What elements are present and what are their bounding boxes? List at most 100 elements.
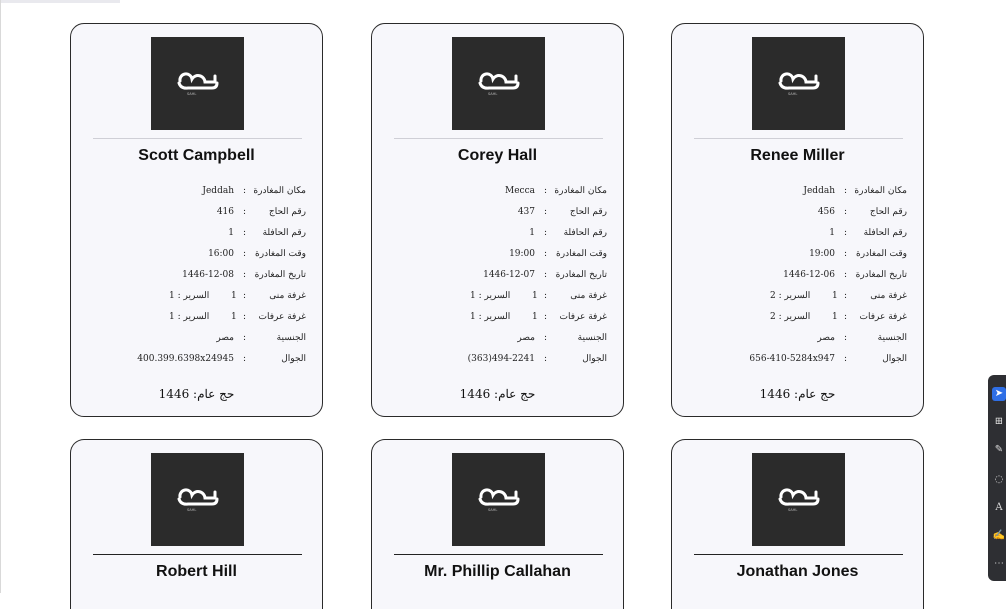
field-value: Jeddah [202,186,234,196]
separator: : [544,354,548,364]
field-row: غرفة عرفات:1 السرير : 1 [71,312,322,326]
field-row: الجنسية: مصر [372,333,623,347]
field-label: تاريخ المغادرة [855,270,907,280]
annotation-toolbar: ➤ ⊞ ✎ ◌ A ✍ ⋯ [988,375,1006,581]
separator: : [243,312,247,322]
field-row: مكان المغادرة: Jeddah [672,186,923,200]
more-icon[interactable]: ⋯ [992,557,1006,571]
hajj-year: حج عام: 1446 [459,387,536,401]
field-label: الجوال [281,354,306,364]
field-label: غرفة منى [870,291,907,301]
divider [93,138,302,139]
field-value: 16:00 [208,249,234,259]
bed-label: السرير : 1 [169,291,210,301]
field-label: مكان المغادرة [253,186,306,196]
field-row: الجنسية: مصر [672,333,923,347]
field-label: غرفة منى [269,291,306,301]
bed-label: السرير : 1 [470,312,511,322]
field-value: (363)494-2241 [467,354,535,364]
pilgrim-card: SAHL Corey Hall مكان المغادرة: Mecca رقم الح… [371,23,624,417]
field-label: الجنسية [877,333,907,343]
field-row: مكان المغادرة: Mecca [372,186,623,200]
field-label: غرفة منى [570,291,607,301]
bed-label: السرير : 1 [470,291,511,301]
field-row: الجوال: (363)494-2241 [372,354,623,368]
separator: : [844,207,848,217]
separator: : [544,207,548,217]
pilgrim-name: Robert Hill [156,563,237,580]
field-row: تاريخ المغادرة:1446-12-07 [372,270,623,284]
separator: : [243,228,247,238]
pilgrim-card: SAHL Mr. Phillip Callahan [371,439,624,609]
separator: : [243,207,247,217]
field-row: غرفة عرفات:1 السرير : 2 [672,312,923,326]
select-tool-icon[interactable]: ➤ [992,387,1006,401]
field-row: مكان المغادرة: Jeddah [71,186,322,200]
field-value: 1 [529,228,535,238]
separator: : [243,333,247,343]
top-edge [0,0,120,3]
room-number: 1 [832,312,838,322]
room-number: 1 [532,312,538,322]
field-label: رقم الحافلة [863,228,907,238]
field-label: غرفة عرفات [859,312,907,322]
pen-icon[interactable]: ✎ [992,443,1006,457]
field-label: رقم الحافلة [262,228,306,238]
lasso-icon[interactable]: ◌ [992,473,1006,487]
room-number: 1 [231,312,237,322]
divider [394,138,603,139]
pilgrim-card: SAHL Robert Hill [70,439,323,609]
field-label: الجنسية [577,333,607,343]
divider [394,554,603,555]
bed-label: السرير : 2 [770,312,811,322]
pilgrim-name: Mr. Phillip Callahan [424,563,571,580]
signature-icon[interactable]: ✍ [992,529,1006,543]
field-row: وقت المغادرة:16:00 [71,249,322,263]
field-row: رقم الحاج:456 [672,207,923,221]
field-row: تاريخ المغادرة:1446-12-08 [71,270,322,284]
field-row: رقم الحافلة:1 [372,228,623,242]
logo-image: SAHL [452,37,545,130]
pilgrim-name: Corey Hall [457,147,538,164]
room-number: 1 [832,291,838,301]
text-box-icon[interactable]: A [992,501,1006,515]
field-row: رقم الحاج:437 [372,207,623,221]
logo-caption: SAHL [488,92,497,96]
field-value: 1 [228,228,234,238]
hajj-year: حج عام: 1446 [759,387,836,401]
bed-label: السرير : 2 [770,291,811,301]
separator: : [544,249,548,259]
separator: : [844,333,848,343]
field-row: رقم الحاج:416 [71,207,322,221]
field-value: Jeddah [803,186,835,196]
field-row: غرفة منى:1 السرير : 1 [372,291,623,305]
field-value: 456 [817,207,835,217]
separator: : [243,291,247,301]
hajj-year: حج عام: 1446 [158,387,235,401]
logo-image: SAHL [752,453,845,546]
logo-image: SAHL [151,453,244,546]
field-value: 1446-12-06 [783,270,835,280]
logo-caption: SAHL [488,508,497,512]
field-label: رقم الحافلة [563,228,607,238]
field-row: غرفة منى:1 السرير : 1 [71,291,322,305]
room-number: 1 [231,291,237,301]
pilgrim-card: SAHL Renee Miller مكان المغادرة: Jeddah رقم … [671,23,924,417]
separator: : [844,312,848,322]
divider [694,138,903,139]
field-value: Mecca [505,186,535,196]
pilgrim-card: SAHL Jonathan Jones [671,439,924,609]
separator: : [544,270,548,280]
field-row: وقت المغادرة:19:00 [672,249,923,263]
field-label: وقت المغادرة [856,249,907,259]
separator: : [243,186,247,196]
field-label: غرفة عرفات [258,312,306,322]
field-label: رقم الحاج [869,207,907,217]
add-comment-icon[interactable]: ⊞ [992,415,1006,429]
separator: : [243,354,247,364]
field-row: الجنسية: مصر [71,333,322,347]
field-value: 400.399.6398x24945 [137,354,234,364]
separator: : [544,228,548,238]
logo-image: SAHL [752,37,845,130]
pilgrim-name: Scott Campbell [138,147,255,164]
